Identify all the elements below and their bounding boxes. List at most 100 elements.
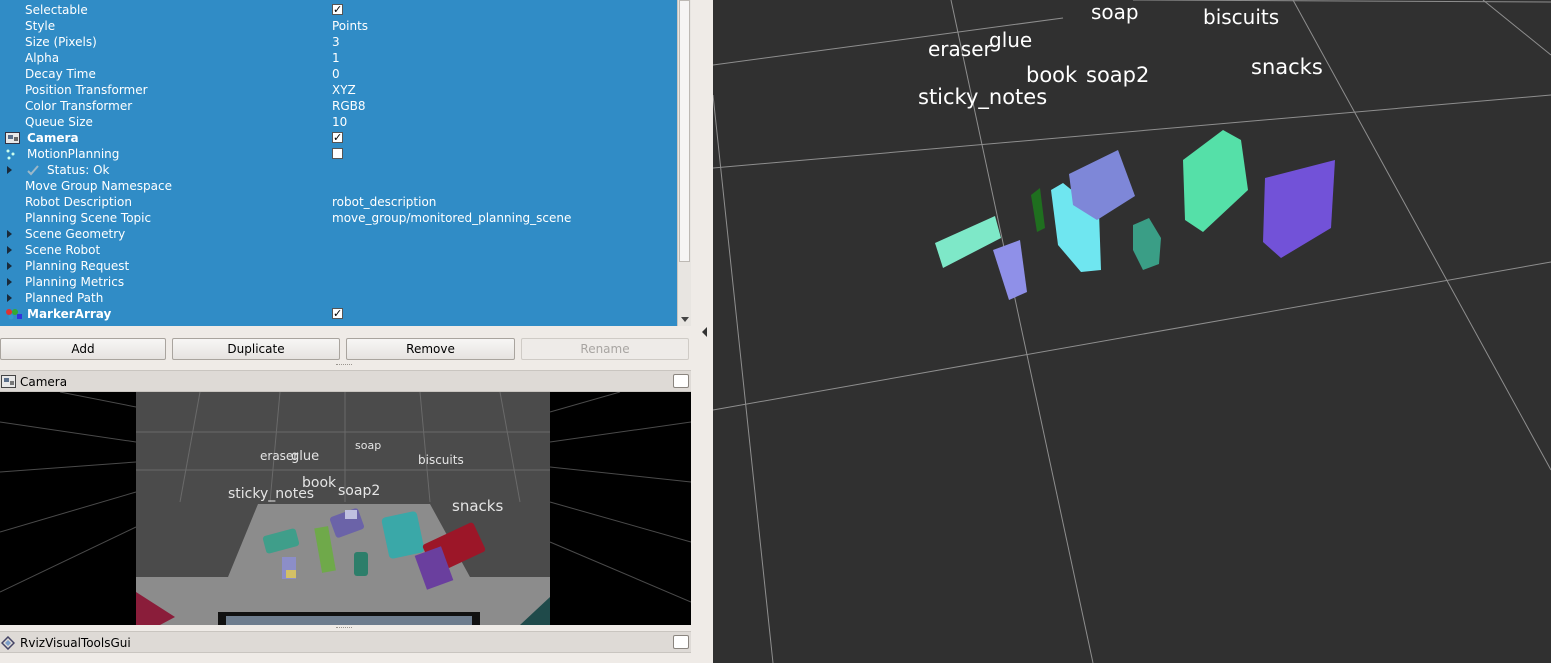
rviz-visual-tools-panel-header: RvizVisualToolsGui — [0, 631, 691, 653]
tree-row-label: Color Transformer — [25, 99, 133, 113]
tree-row-label: Scene Geometry — [25, 227, 126, 241]
left-dock: Selectable ✓ Style Points Size (Pixels) 3 Alph… — [0, 0, 712, 663]
splitter-grip[interactable] — [336, 364, 352, 367]
tree-row[interactable]: Position Transformer XYZ — [0, 82, 677, 98]
camera-label-book: book — [302, 475, 337, 491]
tree-row-label: Selectable — [25, 3, 88, 17]
marker-array-icon — [5, 308, 22, 320]
tree-row-label: Planning Request — [25, 259, 130, 273]
displays-tree[interactable]: Selectable ✓ Style Points Size (Pixels) 3 Alph… — [0, 0, 677, 326]
camera-panel-icon — [1, 375, 16, 388]
tree-row-label: Planning Scene Topic — [25, 211, 152, 225]
tree-row[interactable]: Style Points — [0, 18, 677, 34]
expand-arrow-icon[interactable] — [7, 166, 12, 174]
viewport-label-biscuits: biscuits — [1203, 5, 1279, 29]
tree-row-value[interactable]: 3 — [332, 34, 340, 50]
viewport-label-soap2: soap2 — [1086, 63, 1149, 87]
camera-label-soap: soap — [355, 439, 381, 452]
rviz-visual-tools-title: RvizVisualToolsGui — [20, 636, 131, 650]
camera-panel-header: Camera — [0, 370, 691, 392]
tree-row-value[interactable]: robot_description — [332, 194, 436, 210]
tree-row[interactable]: Scene Robot — [0, 242, 677, 258]
tree-row-checkbox[interactable]: ✓ — [332, 4, 343, 15]
tree-row-label: Status: Ok — [47, 163, 110, 177]
tree-row[interactable]: Planning Metrics — [0, 274, 677, 290]
3d-viewport[interactable]: eraser glue soap biscuits book soap2 sna… — [713, 0, 1551, 663]
expand-arrow-icon[interactable] — [7, 246, 12, 254]
tree-row-checkbox[interactable] — [332, 148, 343, 159]
tree-row-label: Robot Description — [25, 195, 132, 209]
status-ok-check-icon — [27, 164, 41, 176]
tree-row[interactable]: MarkerArray ✓ — [0, 306, 677, 322]
tree-row[interactable]: Decay Time 0 — [0, 66, 677, 82]
expand-arrow-icon[interactable] — [7, 294, 12, 302]
tree-row[interactable]: Color Transformer RGB8 — [0, 98, 677, 114]
viewport-label-book: book — [1026, 63, 1078, 87]
rename-button[interactable]: Rename — [521, 338, 689, 360]
tree-row-label: Alpha — [25, 51, 60, 65]
tree-row[interactable]: Status: Ok — [0, 162, 677, 178]
tree-row[interactable]: Planned Path — [0, 290, 677, 306]
camera-label-biscuits: biscuits — [418, 453, 464, 467]
tree-row[interactable]: Planning Scene Topic move_group/monitored… — [0, 210, 677, 226]
tree-row-label: Scene Robot — [25, 243, 101, 257]
camera-panel-float-button[interactable] — [673, 374, 689, 388]
tree-row-label: Planned Path — [25, 291, 104, 305]
collapse-left-dock-icon[interactable] — [702, 327, 707, 337]
tree-row-value[interactable]: Points — [332, 18, 368, 34]
expand-arrow-icon[interactable] — [7, 278, 12, 286]
tree-row-label: Decay Time — [25, 67, 96, 81]
viewport-label-snacks: snacks — [1251, 55, 1323, 79]
camera-display-icon — [5, 132, 20, 144]
tree-row[interactable]: Queue Size 10 — [0, 114, 677, 130]
remove-button[interactable]: Remove — [346, 338, 515, 360]
tree-row[interactable]: Robot Description robot_description — [0, 194, 677, 210]
tree-row-value[interactable]: RGB8 — [332, 98, 366, 114]
rviz-visual-tools-icon — [1, 636, 15, 650]
tree-row-checkbox[interactable]: ✓ — [332, 308, 343, 319]
viewport-label-eraser: eraser — [928, 37, 993, 61]
tree-row-value[interactable]: 0 — [332, 66, 340, 82]
camera-image: eraser glue soap biscuits sticky_notes b… — [0, 392, 691, 625]
tree-row-value[interactable]: 10 — [332, 114, 347, 130]
expand-arrow-icon[interactable] — [7, 230, 12, 238]
camera-label-glue: glue — [291, 449, 319, 464]
add-button[interactable]: Add — [0, 338, 166, 360]
tree-row-label: MotionPlanning — [27, 147, 120, 161]
tree-row[interactable]: Camera ✓ — [0, 130, 677, 146]
tree-row[interactable]: Planning Request — [0, 258, 677, 274]
tree-row[interactable]: Move Group Namespace — [0, 178, 677, 194]
viewport-label-sticky-notes: sticky_notes — [918, 85, 1047, 110]
scrollbar-thumb[interactable] — [679, 0, 690, 262]
tree-row-checkbox[interactable]: ✓ — [332, 132, 343, 143]
tree-row-label: MarkerArray — [27, 307, 112, 321]
viewport-label-soap: soap — [1091, 0, 1139, 24]
scroll-down-arrow-icon[interactable] — [681, 317, 689, 322]
motion-planning-icon — [5, 148, 19, 160]
3d-scene: eraser glue soap biscuits book soap2 sna… — [713, 0, 1551, 663]
displays-scrollbar[interactable] — [677, 0, 691, 326]
tree-row[interactable]: Alpha 1 — [0, 50, 677, 66]
tree-row[interactable]: Size (Pixels) 3 — [0, 34, 677, 50]
tree-row-label: Style — [25, 19, 56, 33]
tree-row-label: Size (Pixels) — [25, 35, 97, 49]
tree-row-value[interactable]: 1 — [332, 50, 340, 66]
splitter-grip-bottom[interactable] — [336, 627, 352, 630]
expand-arrow-icon[interactable] — [7, 262, 12, 270]
tree-row-label: Camera — [27, 131, 79, 145]
tree-row-label: Planning Metrics — [25, 275, 125, 289]
tree-row-value[interactable]: move_group/monitored_planning_scene — [332, 210, 571, 226]
camera-label-snacks: snacks — [452, 497, 503, 515]
tree-row-label: Queue Size — [25, 115, 93, 129]
tree-row-label: Position Transformer — [25, 83, 148, 97]
tree-row-value[interactable]: XYZ — [332, 82, 356, 98]
tree-row[interactable]: Scene Geometry — [0, 226, 677, 242]
tree-row[interactable]: MotionPlanning — [0, 146, 677, 162]
rviz-visual-tools-float-button[interactable] — [673, 635, 689, 649]
tree-row[interactable]: Selectable ✓ — [0, 2, 677, 18]
camera-label-soap2: soap2 — [338, 483, 380, 499]
camera-view[interactable]: eraser glue soap biscuits sticky_notes b… — [0, 392, 691, 625]
camera-panel-title: Camera — [20, 375, 68, 389]
tree-row-label: Move Group Namespace — [25, 179, 172, 193]
duplicate-button[interactable]: Duplicate — [172, 338, 340, 360]
